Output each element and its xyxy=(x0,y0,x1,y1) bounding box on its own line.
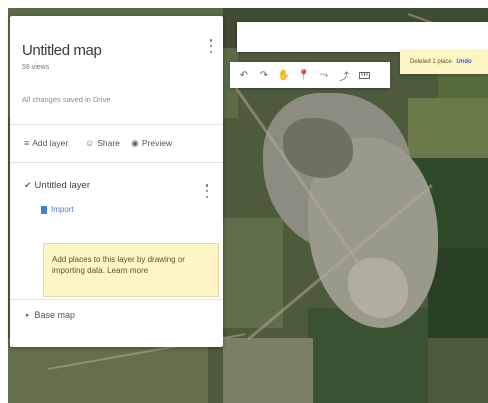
import-label: Import xyxy=(51,205,74,214)
layer-title[interactable]: Untitled layer xyxy=(35,180,90,191)
draw-line-icon[interactable]: ⤳ xyxy=(314,64,334,86)
preview-label: Preview xyxy=(141,138,173,148)
search-box[interactable] xyxy=(237,22,488,52)
import-doc-icon xyxy=(41,205,47,214)
layer-tip: Add places to this layer by drawing or i… xyxy=(43,243,219,297)
map-field xyxy=(223,338,313,403)
redo-icon[interactable]: ↷ xyxy=(254,64,274,86)
share-button[interactable]: ☺ Share xyxy=(85,138,120,148)
toast-text: Deleted 1 place. xyxy=(410,59,454,65)
base-map-toggle[interactable]: ▸ Base map xyxy=(26,310,75,320)
add-layer-icon: ≡ xyxy=(24,137,30,148)
expand-arrow-icon: ▸ xyxy=(26,311,30,319)
save-status: All changes saved in Drive xyxy=(22,95,111,104)
share-person-icon: ☺ xyxy=(85,137,95,148)
share-label: Share xyxy=(97,138,120,148)
layer-checkbox-icon[interactable]: ✔ xyxy=(24,180,32,191)
undo-link[interactable]: Undo xyxy=(456,59,471,65)
map-field xyxy=(408,98,488,158)
map-views-count: 58 views xyxy=(22,64,50,71)
map-field xyxy=(8,338,208,403)
divider xyxy=(10,299,223,300)
divider xyxy=(10,162,223,163)
base-map-label: Base map xyxy=(34,310,76,320)
map-field xyxy=(223,218,283,328)
layer-header: ✔ Untitled layer xyxy=(24,180,90,191)
preview-button[interactable]: ◉ Preview xyxy=(131,138,172,148)
pan-hand-icon[interactable]: ✋ xyxy=(274,64,294,86)
map-more-icon[interactable] xyxy=(208,39,214,53)
map-title[interactable]: Untitled map xyxy=(22,42,102,59)
import-link[interactable]: Import xyxy=(41,205,74,214)
app-window: ↶ ↷ ✋ 📍 ⤳ ⤴ Deleted 1 place. Undo Untitl… xyxy=(0,0,488,403)
layer-more-icon[interactable] xyxy=(204,184,210,198)
add-layer-button[interactable]: ≡ Add layer xyxy=(24,138,68,148)
map-toolbar: ↶ ↷ ✋ 📍 ⤳ ⤴ xyxy=(230,62,390,88)
add-marker-icon[interactable]: 📍 xyxy=(294,64,314,86)
undo-toast: Deleted 1 place. Undo xyxy=(400,50,488,74)
add-layer-label: Add layer xyxy=(32,138,69,148)
preview-eye-icon: ◉ xyxy=(131,137,139,148)
measure-ruler-icon[interactable] xyxy=(354,64,374,86)
undo-icon[interactable]: ↶ xyxy=(234,64,254,86)
learn-more-link[interactable]: Learn more xyxy=(107,266,148,275)
directions-icon[interactable]: ⤴ xyxy=(334,64,354,86)
divider xyxy=(10,124,223,125)
map-panel: Untitled map 58 views All changes saved … xyxy=(10,16,223,347)
